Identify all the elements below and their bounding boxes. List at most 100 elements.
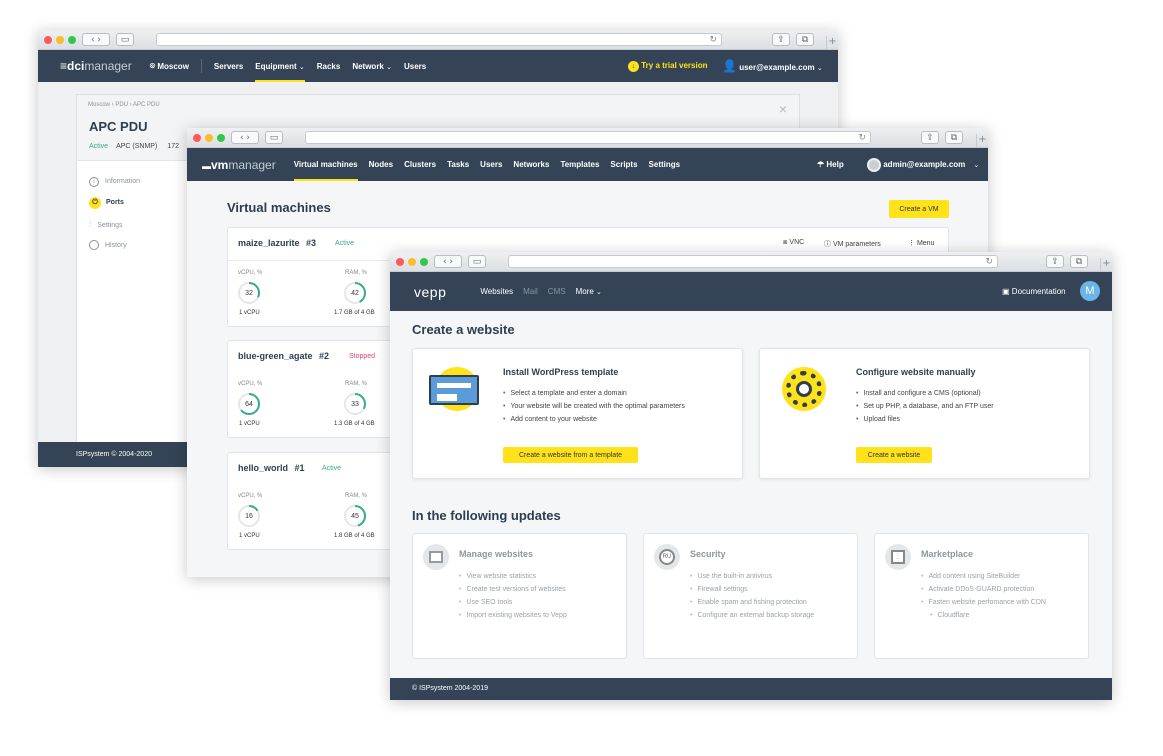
nav-users[interactable]: Users — [480, 160, 502, 169]
nav-equipment[interactable]: Equipment ⌄ — [255, 62, 305, 82]
sidebar-toggle-icon[interactable]: ▭ — [468, 255, 486, 268]
sidebar-item-history[interactable]: History — [89, 240, 140, 250]
pdu-sidebar: i Information ⏻ Ports ⫶ Settings History — [89, 177, 140, 250]
avatar[interactable]: M — [1080, 281, 1100, 301]
vepp-page-title: Create a website — [412, 322, 515, 337]
tabs-icon[interactable]: ⧉ — [796, 33, 814, 46]
dci-logo[interactable]: ≡dcimanager — [60, 59, 132, 73]
vepp-footer: © ISPsystem 2004-2019 — [390, 678, 1112, 700]
status-badge: Active — [89, 143, 109, 150]
back-forward-buttons[interactable]: ‹ › — [82, 33, 110, 46]
nav-tasks[interactable]: Tasks — [447, 160, 469, 169]
vm-logo[interactable]: ▬vmmanager — [202, 158, 276, 172]
chevron-down-icon: ⌄ — [816, 64, 823, 72]
ram-usage: 1.8 GB of 4 GB — [334, 533, 375, 539]
nav-servers[interactable]: Servers — [214, 62, 243, 71]
nav-clusters[interactable]: Clusters — [404, 160, 436, 169]
nav-network[interactable]: Network ⌄ — [352, 62, 392, 71]
list-item: Fasten website perfomance with CDN — [921, 599, 1046, 606]
vm-parameters-button[interactable]: ⓘ VM parameters — [824, 239, 881, 249]
nav-templates[interactable]: Templates — [560, 160, 599, 169]
vm-name[interactable]: hello_world #1 — [238, 463, 305, 473]
ram-gauge: 45 — [344, 505, 366, 527]
user-menu[interactable]: 👤 user@example.com ⌄ — [722, 59, 823, 73]
card-title: Configure website manually — [856, 367, 976, 377]
list-item: Set up PHP, a database, and an FTP user — [856, 403, 993, 410]
close-icon[interactable]: × — [779, 101, 787, 117]
sidebar-item-information[interactable]: i Information — [89, 177, 140, 187]
create-website-button[interactable]: Create a website — [856, 447, 932, 463]
window-controls[interactable] — [396, 258, 428, 266]
sidebar-item-settings[interactable]: ⫶ Settings — [89, 219, 140, 230]
nav-mail[interactable]: Mail — [523, 287, 538, 296]
help-link[interactable]: ☂ Help — [817, 160, 844, 169]
back-forward-buttons[interactable]: ‹ › — [434, 255, 462, 268]
new-tab-button[interactable]: + — [1100, 258, 1112, 271]
ram-usage: 1.7 GB of 4 GB — [334, 310, 375, 316]
vnc-button[interactable]: ⧈ VNC — [783, 239, 804, 247]
vm-name[interactable]: maize_lazurite #3 — [238, 238, 316, 248]
cpu-gauge: 64 — [238, 393, 260, 415]
nav-networks[interactable]: Networks — [513, 160, 549, 169]
list-item: Select a template and enter a domain — [503, 390, 685, 397]
vepp-logo[interactable]: vepp — [414, 284, 446, 300]
reload-icon[interactable]: ↻ — [985, 256, 993, 268]
trial-link[interactable]: ↓ Try a trial version — [628, 60, 708, 72]
location-selector[interactable]: ⌾ Moscow — [150, 61, 189, 72]
sidebar-toggle-icon[interactable]: ▭ — [116, 33, 134, 46]
nav-settings[interactable]: Settings — [649, 160, 681, 169]
window-controls[interactable] — [44, 36, 76, 44]
address-bar[interactable]: ↻ — [305, 131, 871, 144]
create-from-template-button[interactable]: Create a website from a template — [503, 447, 638, 463]
cpu-count: 1 vCPU — [239, 310, 260, 316]
address-bar[interactable]: ↻ — [508, 255, 998, 268]
nav-scripts[interactable]: Scripts — [610, 160, 637, 169]
page-title: APC PDU — [89, 119, 148, 134]
sidebar-item-ports[interactable]: ⏻ Ports — [89, 197, 140, 209]
address-bar[interactable]: ↻ — [156, 33, 722, 46]
share-icon[interactable]: ⇪ — [921, 131, 939, 144]
sidebar-toggle-icon[interactable]: ▭ — [265, 131, 283, 144]
create-vm-button[interactable]: Create a VM — [889, 200, 949, 218]
reload-icon[interactable]: ↻ — [709, 34, 717, 46]
feature-list: Add content using SiteBuilder Activate D… — [921, 573, 1046, 625]
nav-divider — [200, 59, 202, 73]
update-card-security: RU Security Use the built-in antivirus F… — [643, 533, 858, 659]
menu-button[interactable]: ⋮ Menu — [908, 239, 934, 247]
nav-virtual-machines[interactable]: Virtual machines — [293, 160, 358, 181]
nav-racks[interactable]: Racks — [317, 62, 341, 71]
nav-websites[interactable]: Websites — [480, 287, 513, 296]
info-icon: ⓘ — [824, 241, 831, 248]
nav-more[interactable]: More ⌄ — [576, 287, 602, 296]
list-item: Firewall settings — [690, 586, 814, 593]
nav-nodes[interactable]: Nodes — [369, 160, 393, 169]
tabs-icon[interactable]: ⧉ — [945, 131, 963, 144]
breadcrumb-item[interactable]: Moscow — [88, 102, 110, 108]
tabs-icon[interactable]: ⧉ — [1070, 255, 1088, 268]
info-icon: i — [89, 177, 99, 187]
status-line: Active APC (SNMP) 172 — [89, 143, 179, 150]
reload-icon[interactable]: ↻ — [858, 132, 866, 144]
vm-top-nav: ▬vmmanager Virtual machines Nodes Cluste… — [187, 148, 988, 181]
documentation-link[interactable]: ▣ Documentation — [1002, 287, 1066, 296]
avatar — [867, 157, 881, 172]
ram-label: RAM, % — [345, 270, 368, 276]
new-tab-button[interactable]: + — [826, 36, 838, 49]
help-icon: ☂ — [817, 160, 825, 169]
window-controls[interactable] — [193, 134, 225, 142]
download-icon: ↓ — [628, 60, 639, 72]
vm-name[interactable]: blue-green_agate #2 — [238, 351, 329, 361]
nav-users[interactable]: Users — [404, 62, 426, 71]
list-item: Import existing websites to Vepp — [459, 612, 566, 619]
back-forward-buttons[interactable]: ‹ › — [231, 131, 259, 144]
new-tab-button[interactable]: + — [976, 134, 988, 147]
list-item: Create test versions of websites — [459, 586, 567, 593]
user-menu[interactable]: admin@example.com ⌄ — [867, 157, 979, 172]
share-icon[interactable]: ⇪ — [1046, 255, 1064, 268]
ip-address: 172 — [167, 143, 179, 150]
security-shield-icon: RU — [654, 544, 680, 570]
breadcrumb-item: APC PDU — [133, 102, 160, 108]
share-icon[interactable]: ⇪ — [772, 33, 790, 46]
breadcrumb-item[interactable]: PDU — [115, 102, 128, 108]
nav-cms[interactable]: CMS — [548, 287, 566, 296]
